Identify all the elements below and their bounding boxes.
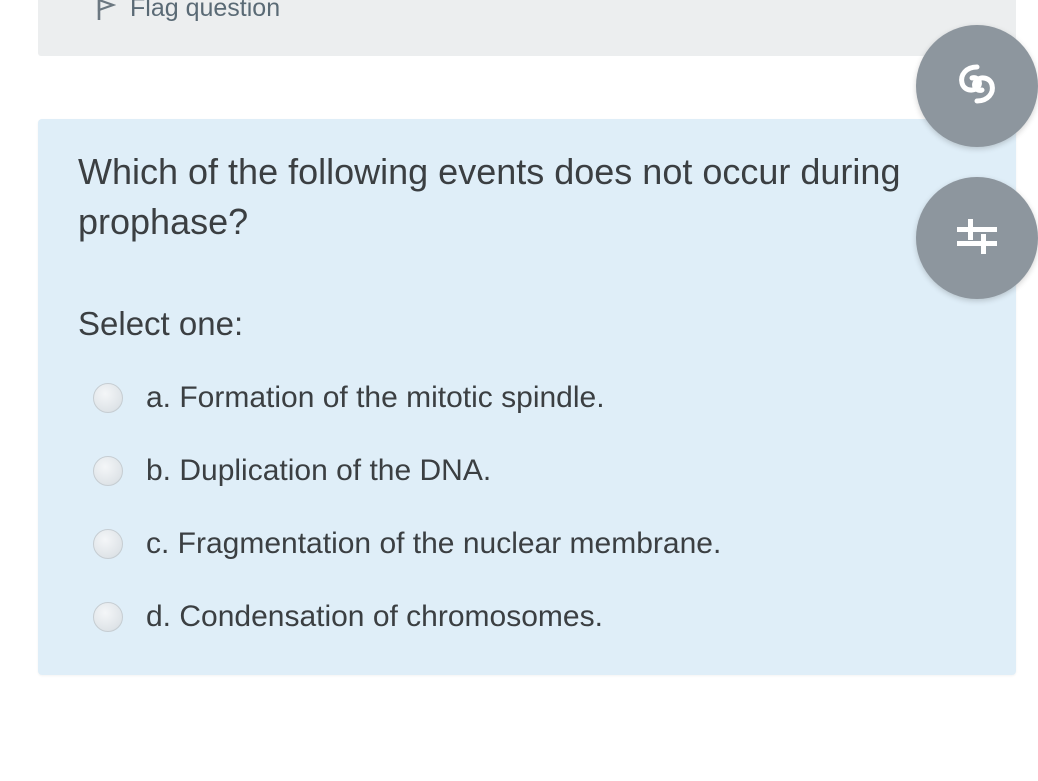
answer-radio-c[interactable] <box>93 528 123 559</box>
flag-question-link[interactable]: Flag question <box>96 0 280 23</box>
answer-label-a[interactable]: a. Formation of the mitotic spindle. <box>146 381 605 415</box>
flag-icon <box>96 0 116 21</box>
quiz-page: Flag question Which of the following eve… <box>0 0 1038 781</box>
question-text: Which of the following events does not o… <box>78 151 901 242</box>
answer-radio-a[interactable] <box>93 382 123 413</box>
answer-label-b[interactable]: b. Duplication of the DNA. <box>146 454 491 488</box>
answer-label-c[interactable]: c. Fragmentation of the nuclear membrane… <box>146 527 721 561</box>
flag-question-label: Flag question <box>130 0 281 22</box>
floating-action-button-swirl[interactable] <box>916 25 1038 147</box>
answer-option-a[interactable]: a. Formation of the mitotic spindle. <box>93 361 721 434</box>
answer-option-b[interactable]: b. Duplication of the DNA. <box>93 434 721 507</box>
floating-action-button-sliders[interactable] <box>916 177 1038 299</box>
answer-option-c[interactable]: c. Fragmentation of the nuclear membrane… <box>93 507 721 580</box>
answer-option-d[interactable]: d. Condensation of chromosomes. <box>93 580 721 653</box>
question-info-bar: Flag question <box>38 0 1016 56</box>
question-card: Which of the following events does not o… <box>38 119 1016 675</box>
answer-list: a. Formation of the mitotic spindle. b. … <box>93 361 721 653</box>
swirl-icon <box>954 61 1000 112</box>
answer-radio-b[interactable] <box>93 455 123 486</box>
sliders-icon <box>953 212 1001 265</box>
select-one-prompt: Select one: <box>78 305 244 342</box>
answer-radio-d[interactable] <box>93 601 123 632</box>
answer-label-d[interactable]: d. Condensation of chromosomes. <box>146 600 603 634</box>
